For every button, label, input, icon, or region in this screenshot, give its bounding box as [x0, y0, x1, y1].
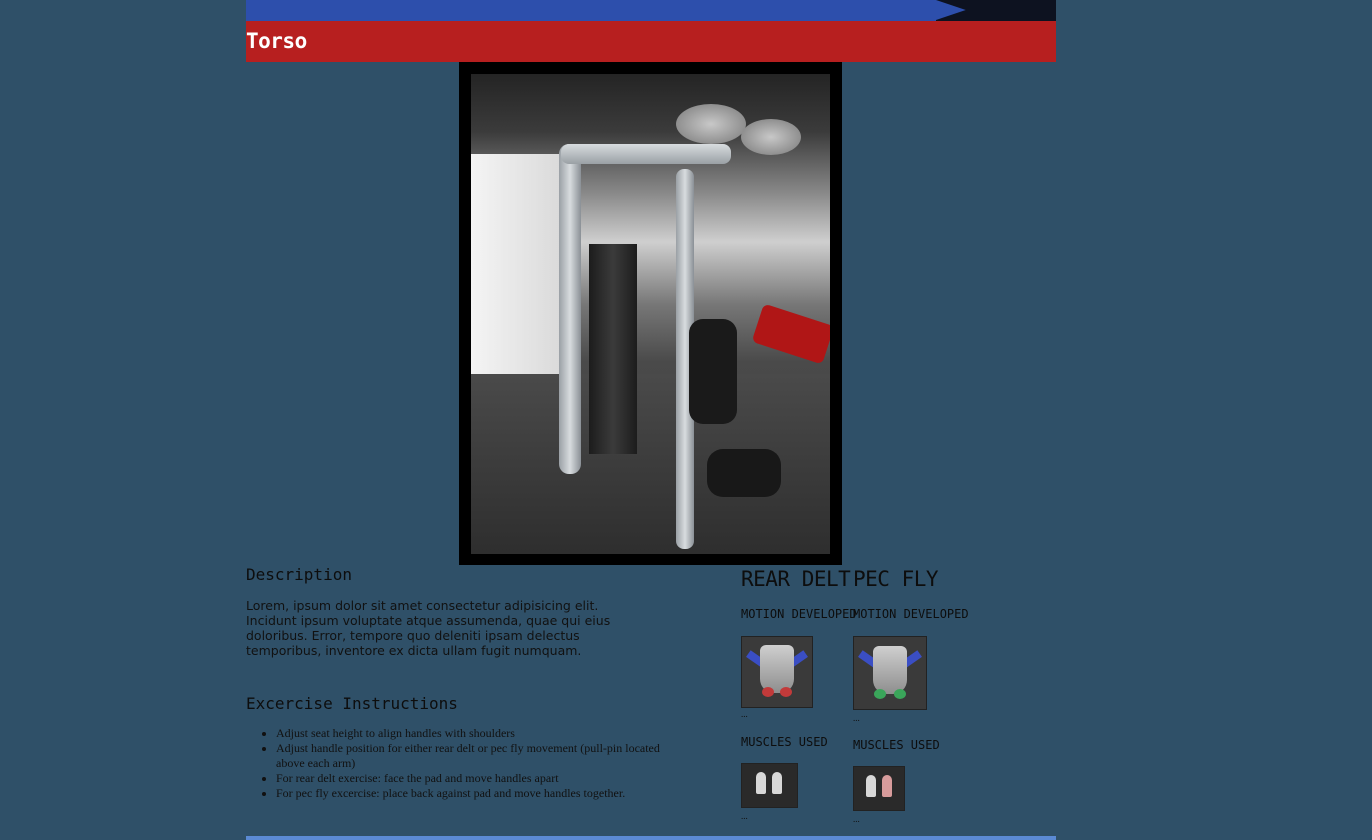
- motion-diagram-image: [853, 636, 927, 710]
- motion-caption: ...: [741, 709, 748, 719]
- top-banner-arrow: [936, 0, 966, 20]
- muscles-diagram-image: [853, 766, 905, 811]
- list-item: For pec fly excercise: place back agains…: [276, 786, 676, 801]
- title-bar: Torso: [246, 21, 1056, 62]
- exercise-name: REAR DELT: [741, 567, 851, 591]
- machine-photo: [471, 74, 830, 554]
- instructions-list: Adjust seat height to align handles with…: [246, 726, 676, 801]
- footer-bar: [246, 836, 1056, 840]
- machine-photo-frame: [459, 62, 842, 565]
- description-text: Lorem, ipsum dolor sit amet consectetur …: [246, 598, 611, 658]
- exercise-pec-fly: PEC FLY MOTION DEVELOPED ... MUSCLES USE…: [853, 565, 993, 824]
- list-item: Adjust seat height to align handles with…: [276, 726, 676, 741]
- motion-diagram-image: [741, 636, 813, 708]
- exercise-rear-delt: REAR DELT MOTION DEVELOPED ... MUSCLES U…: [741, 565, 857, 821]
- motion-heading: MOTION DEVELOPED: [741, 607, 857, 621]
- list-item: Adjust handle position for either rear d…: [276, 741, 676, 771]
- list-item: For rear delt exercise: face the pad and…: [276, 771, 676, 786]
- motion-caption: ...: [853, 713, 860, 723]
- instructions-heading: Excercise Instructions: [246, 694, 458, 713]
- page-title: Torso: [246, 29, 307, 53]
- exercise-name: PEC FLY: [853, 567, 939, 591]
- muscles-heading: MUSCLES USED: [853, 738, 940, 752]
- muscles-diagram-image: [741, 763, 798, 808]
- description-heading: Description: [246, 565, 352, 584]
- top-banner: [246, 0, 1056, 21]
- muscles-heading: MUSCLES USED: [741, 735, 828, 749]
- muscles-caption: ...: [741, 811, 748, 821]
- motion-heading: MOTION DEVELOPED: [853, 607, 969, 621]
- top-banner-stripe: [246, 0, 936, 21]
- muscles-caption: ...: [853, 814, 860, 824]
